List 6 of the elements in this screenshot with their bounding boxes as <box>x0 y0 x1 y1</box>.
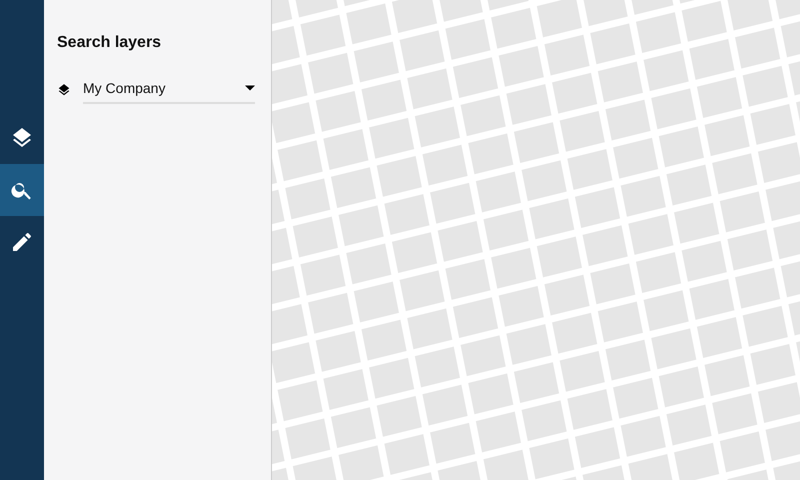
panel-title: Search layers <box>57 34 162 52</box>
layer-select[interactable]: My Company <box>83 76 255 104</box>
pencil-icon <box>10 230 34 254</box>
caret-icon <box>245 85 255 91</box>
layers-icon <box>57 83 71 97</box>
search-nav-button[interactable] <box>0 164 44 216</box>
